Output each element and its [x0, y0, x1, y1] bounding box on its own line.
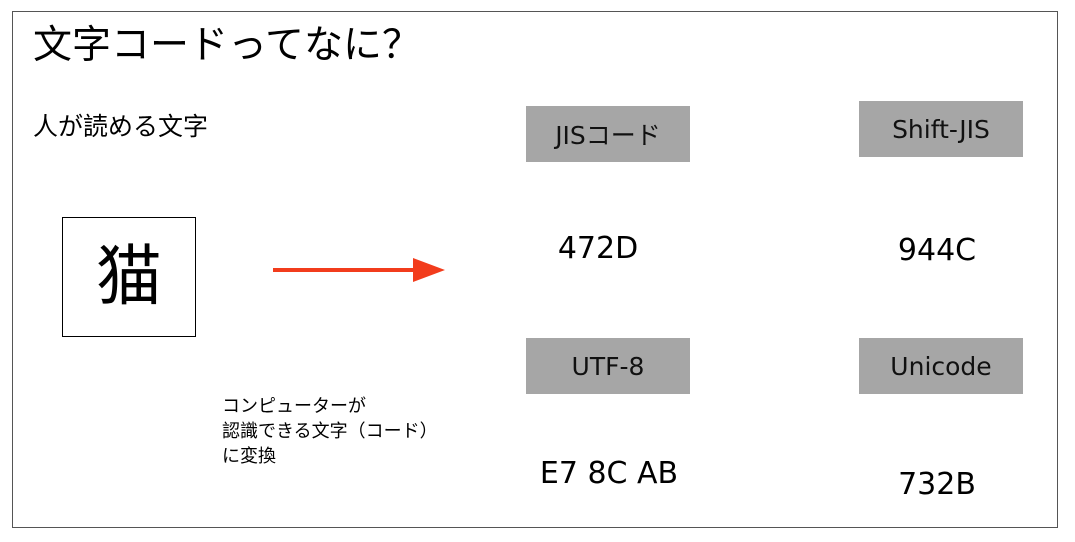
slide-title: 文字コードってなに？: [33, 23, 422, 68]
note-line-1: コンピューターが: [222, 396, 366, 417]
character-glyph: 猫: [96, 238, 162, 315]
label-utf8-text: UTF-8: [571, 351, 645, 381]
label-unicode: Unicode: [859, 338, 1023, 394]
label-utf8: UTF-8: [526, 338, 690, 394]
label-unicode-text: Unicode: [890, 351, 992, 381]
right-arrow-icon: [273, 258, 445, 282]
slide-frame: 文字コードってなに？ 人が読める文字 猫 コンピューターが 認識できる文字（コー…: [12, 11, 1058, 528]
code-shift-jis: 944C: [897, 233, 977, 268]
code-utf8: E7 8C AB: [539, 456, 679, 491]
character-box: 猫: [62, 217, 196, 337]
subtitle-human-readable: 人が読める文字: [33, 112, 209, 141]
code-jis: 472D: [557, 231, 639, 266]
label-jis: JISコード: [526, 106, 690, 162]
note-line-2: 認識できる文字（コード）: [222, 421, 438, 442]
conversion-note: コンピューターが 認識できる文字（コード） に変換: [222, 394, 438, 469]
code-unicode: 732B: [898, 467, 976, 502]
label-shift-jis: Shift-JIS: [859, 101, 1023, 157]
note-line-3: に変換: [222, 446, 276, 467]
label-jis-text: JISコード: [555, 121, 661, 150]
label-shift-jis-text: Shift-JIS: [892, 114, 990, 144]
